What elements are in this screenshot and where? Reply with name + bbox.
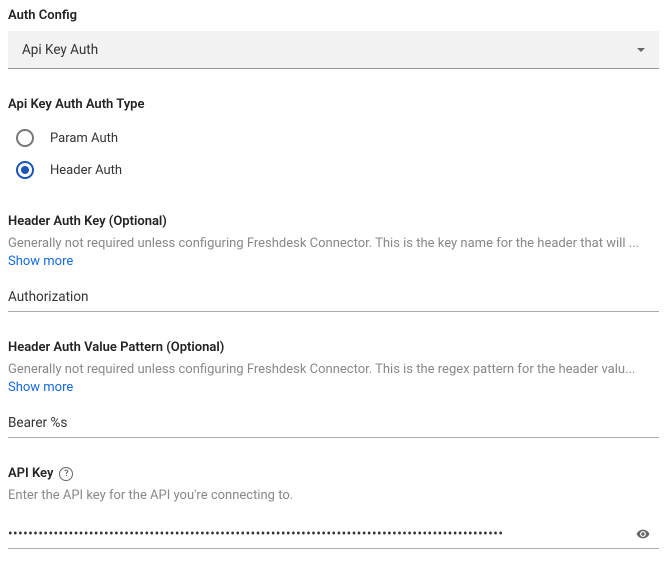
chevron-down-icon [637,48,645,52]
auth-type-section: Api Key Auth Auth Type Param Auth Header… [8,97,659,186]
header-auth-value-description: Generally not required unless configurin… [8,361,659,379]
radio-label-header-auth: Header Auth [50,163,122,178]
header-auth-value-show-more[interactable]: Show more [8,380,659,395]
header-auth-key-show-more[interactable]: Show more [8,254,659,269]
auth-config-select[interactable]: Api Key Auth [8,31,659,69]
radio-label-param-auth: Param Auth [50,131,118,146]
api-key-label: API Key ? [8,466,659,481]
radio-param-auth[interactable]: Param Auth [8,122,659,154]
help-icon[interactable]: ? [59,467,73,481]
radio-unselected-icon [16,129,34,147]
header-auth-value-input[interactable] [8,409,659,438]
eye-icon[interactable] [633,527,653,541]
api-key-section: API Key ? Enter the API key for the API … [8,466,659,548]
auth-type-label: Api Key Auth Auth Type [8,97,659,112]
api-key-description: Enter the API key for the API you're con… [8,487,659,505]
header-auth-key-description: Generally not required unless configurin… [8,235,659,253]
header-auth-value-section: Header Auth Value Pattern (Optional) Gen… [8,340,659,438]
auth-config-value: Api Key Auth [22,42,98,58]
auth-config-label: Auth Config [8,8,659,23]
radio-header-auth[interactable]: Header Auth [8,154,659,186]
radio-selected-icon [16,161,34,179]
header-auth-value-label: Header Auth Value Pattern (Optional) [8,340,659,355]
api-key-label-text: API Key [8,466,53,481]
header-auth-key-section: Header Auth Key (Optional) Generally not… [8,214,659,312]
auth-config-section: Auth Config Api Key Auth [8,8,659,69]
header-auth-key-label: Header Auth Key (Optional) [8,214,659,229]
api-key-input[interactable] [8,520,633,548]
header-auth-key-input[interactable] [8,283,659,312]
